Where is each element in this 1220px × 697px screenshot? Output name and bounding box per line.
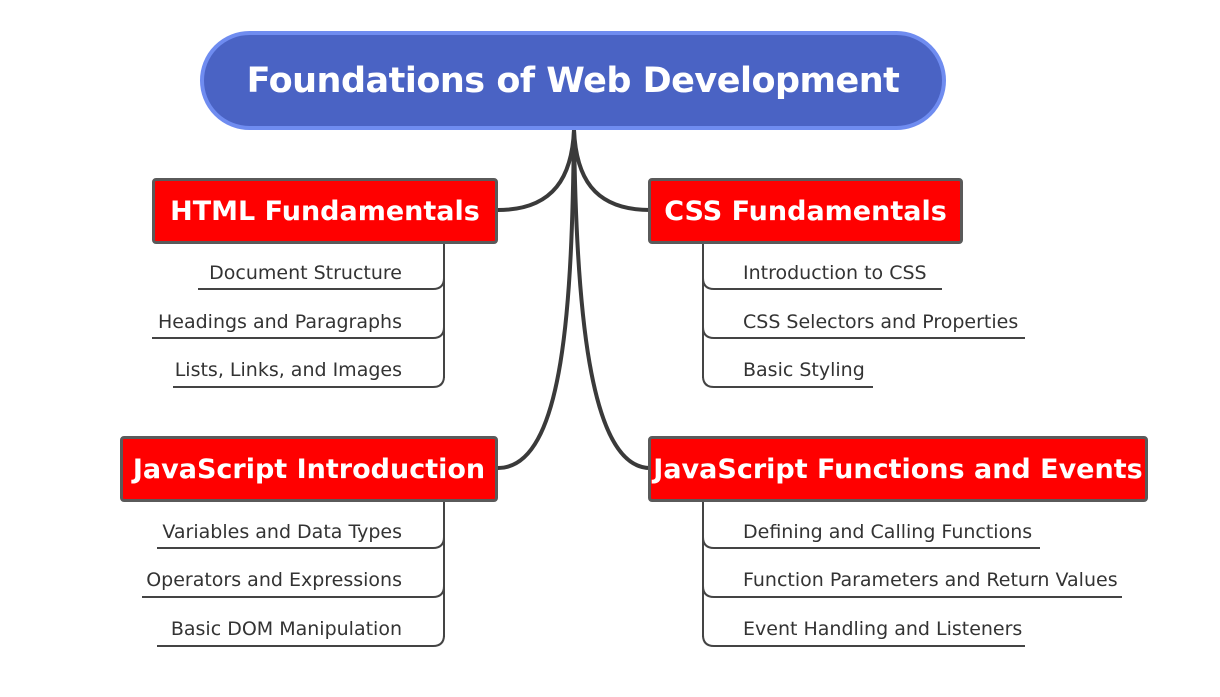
leaf-document-structure[interactable]: Document Structure	[209, 261, 402, 285]
branch-css-fundamentals[interactable]: CSS Fundamentals	[648, 178, 963, 244]
leaf-basic-dom-manipulation[interactable]: Basic DOM Manipulation	[171, 617, 402, 641]
leaf-headings-paragraphs[interactable]: Headings and Paragraphs	[158, 310, 402, 334]
leaf-css-selectors-properties[interactable]: CSS Selectors and Properties	[743, 310, 1018, 334]
leaf-operators-expressions[interactable]: Operators and Expressions	[146, 568, 402, 592]
root-topic[interactable]: Foundations of Web Development	[200, 31, 946, 130]
connector-root-html	[497, 129, 576, 212]
mind-map: Foundations of Web Development HTML Fund…	[0, 0, 1220, 697]
leaf-function-parameters-return[interactable]: Function Parameters and Return Values	[743, 568, 1118, 592]
branch-html-fundamentals[interactable]: HTML Fundamentals	[152, 178, 498, 244]
leaf-variables-data-types[interactable]: Variables and Data Types	[162, 520, 402, 544]
leaf-introduction-css[interactable]: Introduction to CSS	[743, 261, 927, 285]
leaf-lists-links-images[interactable]: Lists, Links, and Images	[175, 358, 402, 382]
leaf-event-handling-listeners[interactable]: Event Handling and Listeners	[743, 617, 1022, 641]
branch-javascript-functions-events[interactable]: JavaScript Functions and Events	[648, 436, 1148, 502]
leaf-defining-calling-functions[interactable]: Defining and Calling Functions	[743, 520, 1032, 544]
branch-javascript-introduction[interactable]: JavaScript Introduction	[120, 436, 498, 502]
connector-root-css	[572, 129, 651, 212]
leaf-basic-styling[interactable]: Basic Styling	[743, 358, 865, 382]
